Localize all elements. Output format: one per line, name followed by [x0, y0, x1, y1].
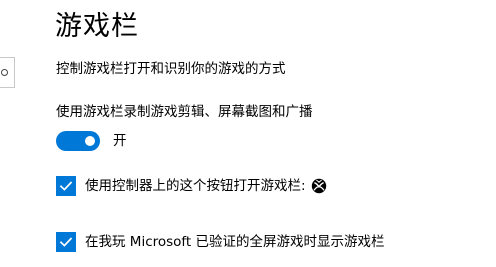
- checkmark-icon: [59, 237, 73, 247]
- controller-button-checkbox-row[interactable]: 使用控制器上的这个按钮打开游戏栏:: [56, 176, 327, 196]
- toggle-knob: [85, 136, 95, 146]
- toggle-state-label: 开: [113, 133, 127, 149]
- checkmark-icon: [59, 181, 73, 191]
- xbox-icon: [311, 178, 327, 194]
- radio-icon: [1, 69, 8, 76]
- record-toggle-row: 开: [56, 131, 127, 151]
- fullscreen-games-checkbox-row[interactable]: 在我玩 Microsoft 已验证的全屏游戏时显示游戏栏: [56, 232, 385, 252]
- record-setting-label: 使用游戏栏录制游戏剪辑、屏幕截图和广播: [56, 104, 313, 120]
- controller-button-checkbox[interactable]: [56, 176, 76, 196]
- controller-button-checkbox-label: 使用控制器上的这个按钮打开游戏栏:: [85, 178, 306, 194]
- record-toggle-switch[interactable]: [56, 131, 100, 151]
- page-description: 控制游戏栏打开和识别你的游戏的方式: [56, 61, 286, 77]
- collapsed-panel-edge: [0, 57, 15, 88]
- fullscreen-games-checkbox-label: 在我玩 Microsoft 已验证的全屏游戏时显示游戏栏: [85, 234, 385, 250]
- page-title: 游戏栏: [55, 11, 139, 42]
- fullscreen-games-checkbox[interactable]: [56, 232, 76, 252]
